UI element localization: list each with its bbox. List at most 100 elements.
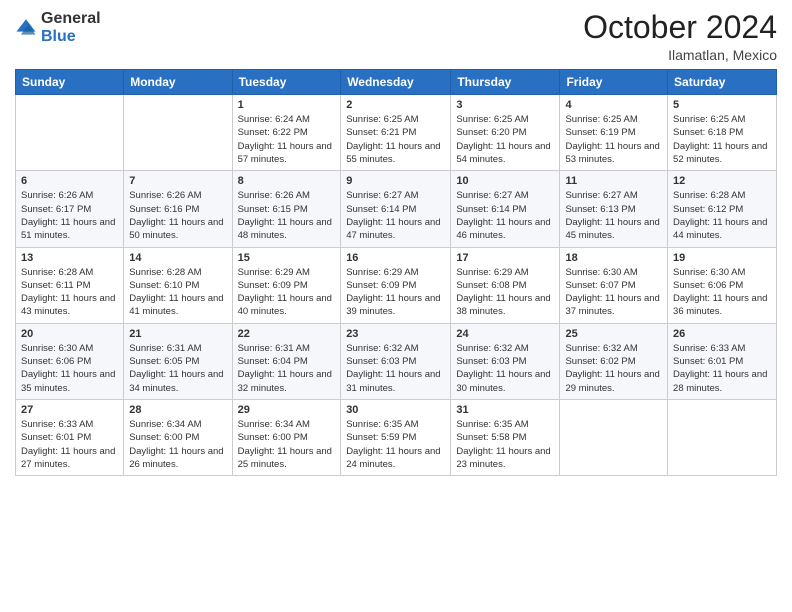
day-number: 19 (673, 252, 771, 264)
day-info: Sunrise: 6:26 AMSunset: 6:15 PMDaylight:… (238, 189, 336, 242)
calendar-cell: 18 Sunrise: 6:30 AMSunset: 6:07 PMDayligh… (560, 247, 668, 323)
calendar-cell: 10 Sunrise: 6:27 AMSunset: 6:14 PMDayligh… (451, 171, 560, 247)
calendar-cell: 4 Sunrise: 6:25 AMSunset: 6:19 PMDaylight… (560, 95, 668, 171)
calendar-cell: 30Sunrise: 6:35 AMSunset: 5:59 PMDayligh… (341, 399, 451, 475)
day-number: 17 (456, 252, 554, 264)
day-info: Sunrise: 6:30 AMSunset: 6:07 PMDaylight:… (565, 266, 662, 319)
calendar-cell: 24 Sunrise: 6:32 AMSunset: 6:03 PMDayligh… (451, 323, 560, 399)
location: Ilamatlan, Mexico (583, 47, 777, 63)
day-number: 26 (673, 328, 771, 340)
day-number: 13 (21, 252, 118, 264)
calendar-cell: 6 Sunrise: 6:26 AMSunset: 6:17 PMDaylight… (16, 171, 124, 247)
day-number: 12 (673, 175, 771, 187)
calendar-cell: 11Sunrise: 6:27 AMSunset: 6:13 PMDayligh… (560, 171, 668, 247)
day-info: Sunrise: 6:26 AMSunset: 6:17 PMDaylight:… (21, 189, 118, 242)
day-number: 4 (565, 99, 662, 111)
calendar-cell: 28Sunrise: 6:34 AMSunset: 6:00 PMDayligh… (124, 399, 232, 475)
calendar-cell: 20Sunrise: 6:30 AMSunset: 6:06 PMDayligh… (16, 323, 124, 399)
calendar-cell: 8 Sunrise: 6:26 AMSunset: 6:15 PMDaylight… (232, 171, 341, 247)
day-info: Sunrise: 6:34 AMSunset: 6:00 PMDaylight:… (129, 418, 226, 471)
day-info: Sunrise: 6:29 AMSunset: 6:09 PMDaylight:… (238, 266, 336, 319)
day-number: 21 (129, 328, 226, 340)
day-number: 27 (21, 404, 118, 416)
day-info: Sunrise: 6:26 AMSunset: 6:16 PMDaylight:… (129, 189, 226, 242)
day-number: 23 (346, 328, 445, 340)
calendar-cell: 5 Sunrise: 6:25 AMSunset: 6:18 PMDaylight… (668, 95, 777, 171)
day-number: 25 (565, 328, 662, 340)
day-info: Sunrise: 6:29 AMSunset: 6:09 PMDaylight:… (346, 266, 445, 319)
calendar-cell: 27 Sunrise: 6:33 AMSunset: 6:01 PMDayligh… (16, 399, 124, 475)
day-number: 2 (346, 99, 445, 111)
calendar-cell (124, 95, 232, 171)
calendar-week-row: 20Sunrise: 6:30 AMSunset: 6:06 PMDayligh… (16, 323, 777, 399)
day-info: Sunrise: 6:25 AMSunset: 6:19 PMDaylight:… (565, 113, 662, 166)
calendar-table: SundayMondayTuesdayWednesdayThursdayFrid… (15, 69, 777, 476)
calendar-cell: 17 Sunrise: 6:29 AMSunset: 6:08 PMDayligh… (451, 247, 560, 323)
calendar-cell: 22Sunrise: 6:31 AMSunset: 6:04 PMDayligh… (232, 323, 341, 399)
calendar-cell: 21 Sunrise: 6:31 AMSunset: 6:05 PMDayligh… (124, 323, 232, 399)
calendar-week-row: 13 Sunrise: 6:28 AMSunset: 6:11 PMDayligh… (16, 247, 777, 323)
calendar-cell: 2Sunrise: 6:25 AMSunset: 6:21 PMDaylight… (341, 95, 451, 171)
calendar-cell: 26 Sunrise: 6:33 AMSunset: 6:01 PMDayligh… (668, 323, 777, 399)
weekday-header: Wednesday (341, 70, 451, 95)
day-number: 1 (238, 99, 336, 111)
header: General Blue October 2024 Ilamatlan, Mex… (15, 10, 777, 63)
day-info: Sunrise: 6:33 AMSunset: 6:01 PMDaylight:… (21, 418, 118, 471)
logo-icon (15, 17, 37, 39)
day-info: Sunrise: 6:35 AMSunset: 5:58 PMDaylight:… (456, 418, 554, 471)
calendar-cell: 25 Sunrise: 6:32 AMSunset: 6:02 PMDayligh… (560, 323, 668, 399)
day-number: 3 (456, 99, 554, 111)
calendar-week-row: 1Sunrise: 6:24 AMSunset: 6:22 PMDaylight… (16, 95, 777, 171)
day-info: Sunrise: 6:34 AMSunset: 6:00 PMDaylight:… (238, 418, 336, 471)
day-info: Sunrise: 6:31 AMSunset: 6:05 PMDaylight:… (129, 342, 226, 395)
day-number: 6 (21, 175, 118, 187)
day-info: Sunrise: 6:27 AMSunset: 6:14 PMDaylight:… (346, 189, 445, 242)
logo-general: General (41, 10, 101, 28)
day-info: Sunrise: 6:27 AMSunset: 6:14 PMDaylight:… (456, 189, 554, 242)
day-number: 22 (238, 328, 336, 340)
calendar-cell: 13 Sunrise: 6:28 AMSunset: 6:11 PMDayligh… (16, 247, 124, 323)
day-number: 24 (456, 328, 554, 340)
day-info: Sunrise: 6:29 AMSunset: 6:08 PMDaylight:… (456, 266, 554, 319)
calendar-cell: 31Sunrise: 6:35 AMSunset: 5:58 PMDayligh… (451, 399, 560, 475)
calendar-header-row: SundayMondayTuesdayWednesdayThursdayFrid… (16, 70, 777, 95)
day-info: Sunrise: 6:33 AMSunset: 6:01 PMDaylight:… (673, 342, 771, 395)
day-number: 30 (346, 404, 445, 416)
calendar-cell: 19 Sunrise: 6:30 AMSunset: 6:06 PMDayligh… (668, 247, 777, 323)
calendar-cell (16, 95, 124, 171)
weekday-header: Saturday (668, 70, 777, 95)
page: General Blue October 2024 Ilamatlan, Mex… (0, 0, 792, 612)
calendar-cell (668, 399, 777, 475)
day-info: Sunrise: 6:30 AMSunset: 6:06 PMDaylight:… (673, 266, 771, 319)
day-number: 10 (456, 175, 554, 187)
day-info: Sunrise: 6:28 AMSunset: 6:12 PMDaylight:… (673, 189, 771, 242)
calendar-cell: 1Sunrise: 6:24 AMSunset: 6:22 PMDaylight… (232, 95, 341, 171)
calendar-cell (560, 399, 668, 475)
calendar-cell: 9 Sunrise: 6:27 AMSunset: 6:14 PMDaylight… (341, 171, 451, 247)
day-number: 14 (129, 252, 226, 264)
weekday-header: Monday (124, 70, 232, 95)
calendar-cell: 14 Sunrise: 6:28 AMSunset: 6:10 PMDayligh… (124, 247, 232, 323)
calendar-cell: 3Sunrise: 6:25 AMSunset: 6:20 PMDaylight… (451, 95, 560, 171)
day-number: 29 (238, 404, 336, 416)
day-number: 8 (238, 175, 336, 187)
weekday-header: Friday (560, 70, 668, 95)
weekday-header: Sunday (16, 70, 124, 95)
day-info: Sunrise: 6:25 AMSunset: 6:18 PMDaylight:… (673, 113, 771, 166)
calendar-week-row: 6 Sunrise: 6:26 AMSunset: 6:17 PMDaylight… (16, 171, 777, 247)
day-info: Sunrise: 6:27 AMSunset: 6:13 PMDaylight:… (565, 189, 662, 242)
weekday-header: Tuesday (232, 70, 341, 95)
day-info: Sunrise: 6:28 AMSunset: 6:11 PMDaylight:… (21, 266, 118, 319)
day-number: 16 (346, 252, 445, 264)
day-number: 18 (565, 252, 662, 264)
weekday-header: Thursday (451, 70, 560, 95)
month-title: October 2024 (583, 10, 777, 45)
day-number: 9 (346, 175, 445, 187)
calendar-cell: 12 Sunrise: 6:28 AMSunset: 6:12 PMDayligh… (668, 171, 777, 247)
day-info: Sunrise: 6:28 AMSunset: 6:10 PMDaylight:… (129, 266, 226, 319)
day-number: 7 (129, 175, 226, 187)
day-info: Sunrise: 6:32 AMSunset: 6:02 PMDaylight:… (565, 342, 662, 395)
day-number: 5 (673, 99, 771, 111)
calendar-cell: 15Sunrise: 6:29 AMSunset: 6:09 PMDayligh… (232, 247, 341, 323)
day-info: Sunrise: 6:32 AMSunset: 6:03 PMDaylight:… (456, 342, 554, 395)
